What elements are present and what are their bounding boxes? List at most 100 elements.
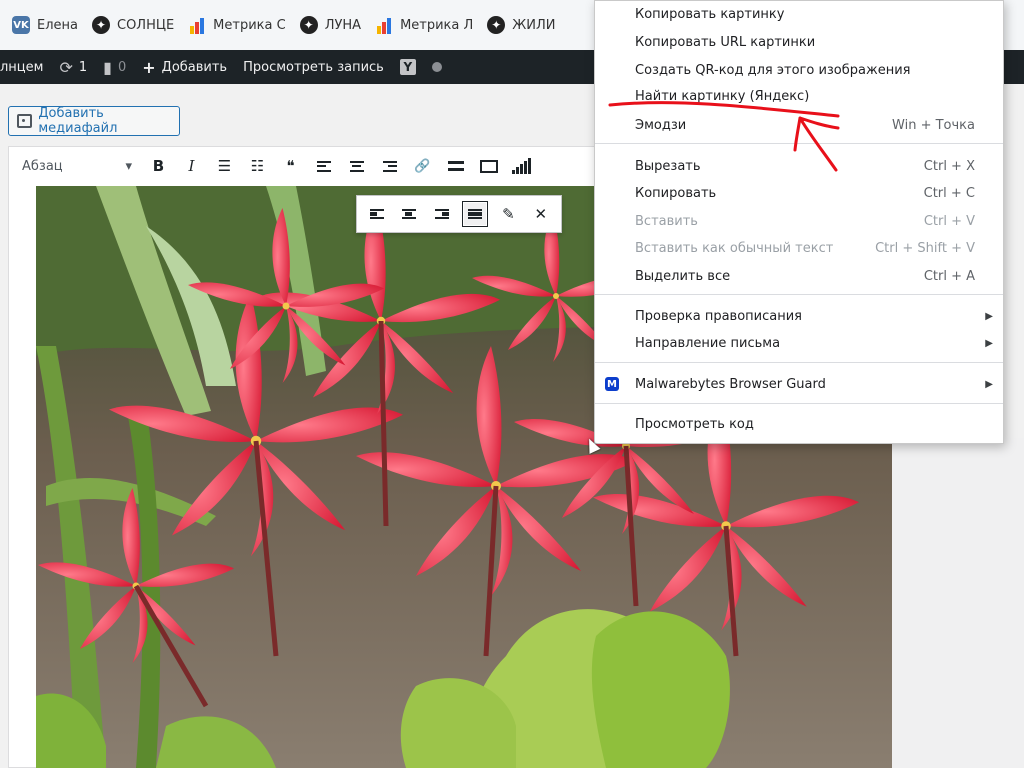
bookmark-metrika-l[interactable]: Метрика Л [375,16,473,34]
blockquote-button[interactable]: ❝ [274,152,307,180]
bullet-list-button[interactable]: ☰ [208,152,241,180]
add-media-label: Добавить медиафайл [38,106,118,136]
menu-item-inspect[interactable]: Просмотреть код [595,411,1003,437]
format-select-value: Абзац [22,158,63,174]
menu-item-emoji[interactable]: Эмодзи Win + Точка [595,112,1003,138]
toolbar-toggle-button[interactable] [472,152,505,180]
submenu-arrow-icon: ▶ [985,310,993,322]
bookmark-elena[interactable]: VK Елена [12,16,78,34]
read-more-icon [447,161,464,171]
menu-item-paste: Вставить Ctrl + V [635,213,975,229]
align-center-icon [402,209,417,219]
align-right-icon [382,160,397,172]
align-left-icon [316,160,331,172]
menu-item-select-all[interactable]: Выделить все Ctrl + A [595,263,1003,289]
add-media-button[interactable]: Добавить медиафайл [8,106,180,136]
shortcut-label: Ctrl + Shift + V [875,240,975,256]
add-new-label: Добавить [161,59,228,75]
shortcut-label: Ctrl + C [923,185,975,201]
seo-status-dot [431,62,442,72]
context-menu: Копировать картинку Копировать URL карти… [594,0,1004,444]
malwarebytes-icon: M [605,377,619,391]
align-center-button[interactable] [340,152,373,180]
align-left-icon [370,209,385,219]
plus-icon: + [142,57,156,77]
image-align-center-button[interactable] [397,202,421,226]
image-edit-button[interactable]: ✎ [496,202,520,226]
menu-item-cut[interactable]: Вырезать Ctrl + X [595,153,1003,179]
right-panel-background [892,438,1024,768]
image-align-left-button[interactable] [365,202,389,226]
align-right-icon [434,209,449,219]
shortcut-label: Ctrl + X [923,158,975,174]
comments-count: 0 [117,59,127,75]
metrika-icon [188,16,206,34]
menu-item-copy[interactable]: Копировать Ctrl + C [595,180,1003,206]
align-right-button[interactable] [373,152,406,180]
align-left-button[interactable] [307,152,340,180]
comments-link[interactable]: ▮ 0 [103,58,126,77]
site-name-link[interactable]: лнцем [0,60,43,75]
menu-separator [595,294,1003,295]
submenu-arrow-icon: ▶ [985,378,993,390]
menu-item-create-qr[interactable]: Создать QR-код для этого изображения [595,57,1003,83]
shortcut-label: Ctrl + V [923,213,975,229]
image-align-right-button[interactable] [430,202,454,226]
add-new-link[interactable]: + Добавить [142,58,227,77]
view-post-label: Просмотреть запись [243,59,384,75]
menu-item-search-image-yandex[interactable]: Найти картинку (Яндекс) [595,83,1003,109]
seo-signal-button[interactable] [505,152,538,180]
menu-item-copy-image-url[interactable]: Копировать URL картинки [595,29,1003,55]
updates-link[interactable]: ⟳ 1 [59,58,87,77]
bookmark-luna[interactable]: ✦ ЛУНА [299,16,361,34]
compass-star-icon: ✦ [487,16,506,34]
submenu-arrow-icon: ▶ [985,337,993,349]
updates-count: 1 [78,59,88,75]
italic-button[interactable]: I [175,152,208,180]
bookmark-label: СОЛНЦЕ [117,17,175,33]
editor-toolbar: Абзац ▾ B I ☰ ☷ ❝ 🔗 [8,150,608,182]
bookmark-label: Елена [37,17,78,33]
refresh-icon: ⟳ [59,57,73,77]
bookmark-zhili[interactable]: ✦ ЖИЛИ [487,16,556,34]
bookmark-solntse[interactable]: ✦ СОЛНЦЕ [92,16,174,34]
align-center-icon [349,160,364,172]
menu-separator [595,403,1003,404]
yoast-seo-menu[interactable]: Y [399,59,416,75]
menu-item-malwarebytes[interactable]: M Malwarebytes Browser Guard ▶ [595,371,1003,397]
menu-item-copy-image[interactable]: Копировать картинку [595,1,1003,27]
numbered-list-icon: ☷ [250,157,265,175]
menu-item-spellcheck[interactable]: Проверка правописания ▶ [595,303,1003,329]
metrika-icon [375,16,393,34]
shortcut-label: Win + Точка [892,117,975,133]
numbered-list-button[interactable]: ☷ [241,152,274,180]
bookmark-label: Метрика Л [400,17,474,33]
keyboard-icon [479,159,498,173]
compass-star-icon: ✦ [92,16,110,34]
vk-icon: VK [12,16,30,34]
close-icon: ✕ [534,205,548,223]
bookmark-metrika-s[interactable]: Метрика С [188,16,286,34]
shortcut-label: Ctrl + A [923,268,975,284]
image-remove-button[interactable]: ✕ [529,202,553,226]
image-align-none-button[interactable] [462,201,489,227]
menu-item-paste-plain: Вставить как обычный текст Ctrl + Shift +… [635,240,975,256]
site-name: лнцем [0,59,44,75]
menu-separator [595,362,1003,363]
status-dot-icon [431,62,442,72]
menu-item-writing-direction[interactable]: Направление письма ▶ [595,330,1003,356]
read-more-button[interactable] [439,152,472,180]
format-select[interactable]: Абзац ▾ [22,159,132,174]
align-none-icon [468,209,483,219]
insert-link-button[interactable]: 🔗 [406,152,439,180]
comment-bubble-icon: ▮ [103,57,112,77]
bold-button[interactable]: B [142,152,175,180]
view-post-link[interactable]: Просмотреть запись [243,60,384,75]
signal-bars-icon [512,158,531,174]
chevron-down-icon: ▾ [125,158,132,174]
link-icon: 🔗 [414,158,431,174]
image-inline-toolbar: ✎ ✕ [356,195,562,233]
bookmark-label: ЖИЛИ [512,17,556,33]
bullet-list-icon: ☰ [217,157,232,175]
media-icon [17,114,33,128]
